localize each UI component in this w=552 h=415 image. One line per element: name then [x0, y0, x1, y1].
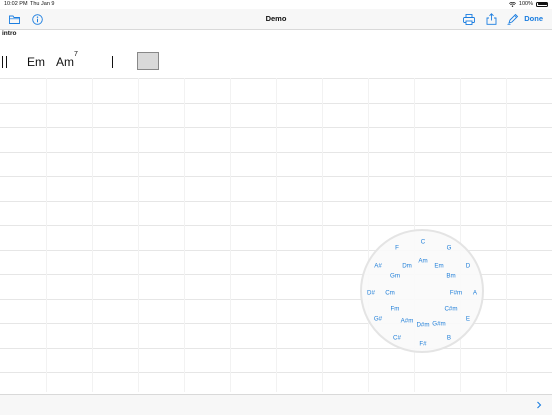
chart-grid[interactable]: [0, 78, 552, 392]
wheel-chord-f[interactable]: F: [395, 245, 399, 252]
double-barline: [2, 56, 8, 68]
grid-column-line: [368, 78, 369, 392]
section-label[interactable]: intro: [2, 30, 16, 37]
folder-icon[interactable]: [8, 13, 20, 25]
battery-percent: 100%: [518, 1, 533, 7]
barline: [112, 56, 114, 68]
wheel-chord-bm[interactable]: Bm: [446, 273, 455, 280]
wheel-chord-c[interactable]: C: [421, 239, 425, 246]
bottom-bar: [0, 394, 552, 415]
chord-wheel[interactable]: C G D A E B F# C# G# D# A# F Am Em Bm F#m C#m G#m D#m A#m Fm…: [360, 229, 484, 353]
chord-em[interactable]: Em: [27, 55, 45, 69]
grid-column-line: [184, 78, 185, 392]
wheel-chord-g[interactable]: G: [447, 245, 452, 252]
wheel-chord-c-sharp[interactable]: C#: [393, 335, 401, 342]
status-right: 100%: [508, 1, 548, 7]
wheel-chord-g-sharpm[interactable]: G#m: [432, 321, 445, 328]
done-button[interactable]: Done: [524, 14, 543, 23]
status-date: Thu Jan 9: [30, 1, 55, 7]
wheel-chord-d[interactable]: D: [466, 263, 470, 270]
chord-root: Am: [56, 55, 74, 69]
chord-row: Em Am7: [0, 50, 552, 76]
wheel-chord-am[interactable]: Am: [418, 258, 427, 265]
grid-column-line: [460, 78, 461, 392]
status-bar: 10:02 PM Thu Jan 9 100%: [0, 0, 552, 9]
grid-column-line: [138, 78, 139, 392]
wheel-chord-e[interactable]: E: [466, 316, 470, 323]
print-icon[interactable]: [463, 13, 475, 25]
wheel-chord-d-sharpm[interactable]: D#m: [416, 322, 429, 329]
wheel-chord-em[interactable]: Em: [434, 263, 443, 270]
share-icon[interactable]: [485, 13, 497, 25]
wheel-chord-cm[interactable]: Cm: [385, 290, 395, 297]
wheel-chord-c-sharpm[interactable]: C#m: [444, 306, 457, 313]
battery-icon: [536, 1, 548, 7]
chord-extension: 7: [74, 51, 78, 58]
grid-column-line: [92, 78, 93, 392]
grid-column-line: [322, 78, 323, 392]
wheel-chord-d-sharp[interactable]: D#: [367, 290, 375, 297]
wheel-chord-dm[interactable]: Dm: [402, 263, 412, 270]
chord-am7[interactable]: Am7: [56, 51, 78, 69]
wheel-chord-g-sharp[interactable]: G#: [374, 316, 382, 323]
wheel-chord-gm[interactable]: Gm: [390, 273, 400, 280]
wheel-chord-a-sharpm[interactable]: A#m: [401, 318, 414, 325]
wheel-chord-a[interactable]: A: [473, 290, 477, 297]
grid-column-line: [230, 78, 231, 392]
status-time: 10:02 PM: [4, 1, 28, 7]
info-icon[interactable]: [31, 13, 43, 25]
wheel-chord-f-sharp[interactable]: F#: [419, 341, 426, 348]
pen-icon[interactable]: [507, 13, 519, 25]
wifi-icon: [508, 1, 516, 7]
grid-column-line: [276, 78, 277, 392]
toolbar: Demo Done: [0, 9, 552, 30]
wheel-chord-b[interactable]: B: [447, 335, 451, 342]
wheel-chord-a-sharp[interactable]: A#: [374, 263, 382, 270]
wheel-chord-f-sharpm[interactable]: F#m: [450, 290, 462, 297]
selected-cell[interactable]: [137, 52, 159, 70]
wheel-chord-fm[interactable]: Fm: [391, 306, 400, 313]
chevron-right-icon[interactable]: [534, 400, 544, 410]
grid-column-line: [46, 78, 47, 392]
grid-column-line: [506, 78, 507, 392]
